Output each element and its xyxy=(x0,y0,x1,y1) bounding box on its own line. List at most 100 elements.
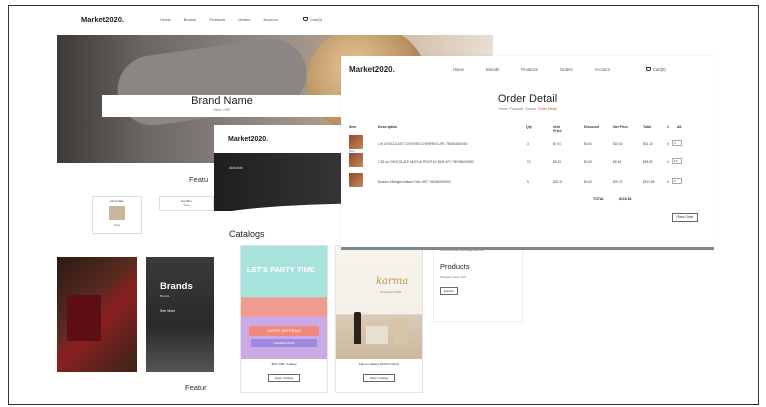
qty-input[interactable]: 10 xyxy=(672,158,682,164)
product-card-link[interactable]: View xyxy=(93,223,141,227)
karma-sub: Christmas 2018 xyxy=(380,290,402,294)
total-value: $216.81 xyxy=(619,197,632,201)
cart-icon xyxy=(645,67,651,71)
nav-home[interactable]: Home xyxy=(453,67,464,72)
gift-box xyxy=(366,326,388,344)
item-total: $31.16 xyxy=(643,142,653,146)
brand-since: Since 1987 xyxy=(213,108,231,112)
item-description: 2.25 oz CHOCOLATE MOCHA TRUFFLE BAR UPC … xyxy=(378,160,474,164)
col-all: All xyxy=(677,125,682,129)
crumb-home[interactable]: Home xyxy=(498,107,507,111)
nav-account[interactable]: Account xyxy=(263,17,277,22)
nav-orders[interactable]: Orders xyxy=(238,17,250,22)
image-block xyxy=(67,295,101,341)
table-row: 2.25 oz CHOCOLATE MOCHA TRUFFLE BAR UPC … xyxy=(341,152,714,170)
item-discount: $0.00 xyxy=(584,142,592,146)
open-catalog-button[interactable]: Open Catalog xyxy=(363,374,395,382)
catalogs-heading: Catalogs xyxy=(229,229,265,239)
happy-birthday-banner: HAPPY BIRTHDAY xyxy=(249,326,319,336)
open-catalog-button[interactable]: Open Catalog xyxy=(268,374,300,382)
col-unit-price: Unit Price xyxy=(553,125,562,133)
breadcrumb: Home Products Orders Order Detail xyxy=(341,107,714,111)
crumb-current: Order Detail xyxy=(537,107,557,111)
catalog-caption: Karma Catalog 2018 Products xyxy=(358,362,400,366)
explore-button[interactable]: Explore xyxy=(440,286,459,295)
nav-products[interactable]: Products xyxy=(209,17,225,22)
cart-label: Cart(0) xyxy=(652,66,666,72)
total-label: TOTAL xyxy=(593,197,605,201)
item-qty: 10 xyxy=(527,160,531,164)
qty-input[interactable]: 3 xyxy=(672,140,682,146)
item-thumb[interactable] xyxy=(349,173,363,187)
item-thumb[interactable] xyxy=(349,153,363,167)
item-qty: 5 xyxy=(527,180,529,184)
qty-input[interactable]: 5 xyxy=(672,178,682,184)
featured-heading-2: Featur xyxy=(185,383,207,392)
cart-label: Cart(0) xyxy=(309,16,323,22)
catalog-caption: Birth Offer Catalog xyxy=(271,362,297,366)
nav-brands[interactable]: Brands xyxy=(486,67,499,72)
item-net-price: $20.37 xyxy=(613,180,623,184)
col-hash: # xyxy=(667,125,669,129)
col-item: Item xyxy=(349,125,357,129)
brand-logo[interactable]: Market2020. xyxy=(228,136,268,143)
nav-orders[interactable]: Orders xyxy=(560,67,573,72)
remove-item[interactable]: # xyxy=(667,180,669,184)
featured-heading: Featu xyxy=(189,175,209,184)
brand-logo[interactable]: Market2020. xyxy=(349,65,395,74)
item-qty: 3 xyxy=(527,142,529,146)
item-thumb[interactable] xyxy=(349,135,363,149)
brands-promo-sub: Brands xyxy=(160,294,170,298)
col-description: Description xyxy=(378,125,398,129)
product-card[interactable]: Chocolate View xyxy=(92,196,142,234)
cart-icon xyxy=(302,17,308,21)
banner-text: Abdullah xyxy=(229,166,243,170)
gift-bag xyxy=(394,318,408,344)
crumb-products[interactable]: Products xyxy=(510,107,524,111)
catalog-card-birthday[interactable]: LET'S PARTY TIME HAPPY BIRTHDAY CELEBRAT… xyxy=(240,245,328,393)
item-description: Bonbon Midnight Artisan Chex UPC 7800840… xyxy=(378,180,451,184)
place-order-button[interactable]: Place Order xyxy=(672,213,698,222)
catalog-cover-karma: karma Christmas 2018 xyxy=(336,246,422,359)
table-row: View 1 lb CHOCOLATE COVERED CHERRIES UPC… xyxy=(341,134,714,153)
item-unit-price: $7.00 xyxy=(553,142,561,146)
col-net-price: Net Price xyxy=(613,125,629,129)
item-description: 1 lb CHOCOLATE COVERED CHERRIES UPC 7800… xyxy=(378,142,468,146)
item-discount: $0.00 xyxy=(584,180,592,184)
remove-item[interactable]: # xyxy=(667,142,669,146)
item-discount: $0.00 xyxy=(584,160,592,164)
item-net-price: $10.62 xyxy=(613,142,623,146)
item-total: $101.85 xyxy=(643,180,655,184)
item-unit-price: $8.25 xyxy=(553,160,561,164)
celebration-banner: CELEBRATION xyxy=(251,339,317,347)
order-detail-window: Market2020. Home Brands Products Orders … xyxy=(341,56,714,250)
remove-item[interactable]: # xyxy=(667,160,669,164)
nav-account[interactable]: Account xyxy=(595,67,610,72)
catalog-cover-birthday: LET'S PARTY TIME HAPPY BIRTHDAY CELEBRAT… xyxy=(241,246,327,359)
order-nav: Market2020. Home Brands Products Orders … xyxy=(341,56,714,82)
lifestyle-image xyxy=(57,257,137,372)
nav-home[interactable]: Home xyxy=(160,17,171,22)
products-count: Products Count: 100 xyxy=(440,274,466,279)
col-discount: Discount xyxy=(584,125,599,129)
cart-link[interactable]: Cart(0) xyxy=(645,66,666,72)
nav-products[interactable]: Products xyxy=(521,67,538,72)
window-bottom-bar xyxy=(341,247,714,250)
party-text: LET'S PARTY TIME xyxy=(247,265,315,274)
crumb-orders[interactable]: Orders xyxy=(525,107,536,111)
top-nav: Market2020. Home Brands Products Orders … xyxy=(9,6,758,32)
brand-logo[interactable]: Market2020. xyxy=(81,15,124,24)
brands-see-more[interactable]: See More xyxy=(160,309,175,313)
item-total: $83.80 xyxy=(643,160,653,164)
cart-link[interactable]: Cart(0) xyxy=(302,16,323,22)
karma-logo: karma xyxy=(376,276,409,287)
brands-promo-title: Brands xyxy=(160,281,193,292)
catalog-card-karma[interactable]: karma Christmas 2018 Karma Catalog 2018 … xyxy=(335,245,423,393)
nav-brands[interactable]: Brands xyxy=(184,17,197,22)
product-thumb xyxy=(109,206,125,220)
product-card[interactable]: Hot Box View xyxy=(159,196,214,211)
products-title: Products xyxy=(440,261,470,271)
product-card-link[interactable]: View xyxy=(160,203,213,207)
col-qty: Qty xyxy=(526,125,532,129)
table-row: Bonbon Midnight Artisan Chex UPC 7800840… xyxy=(341,172,714,190)
